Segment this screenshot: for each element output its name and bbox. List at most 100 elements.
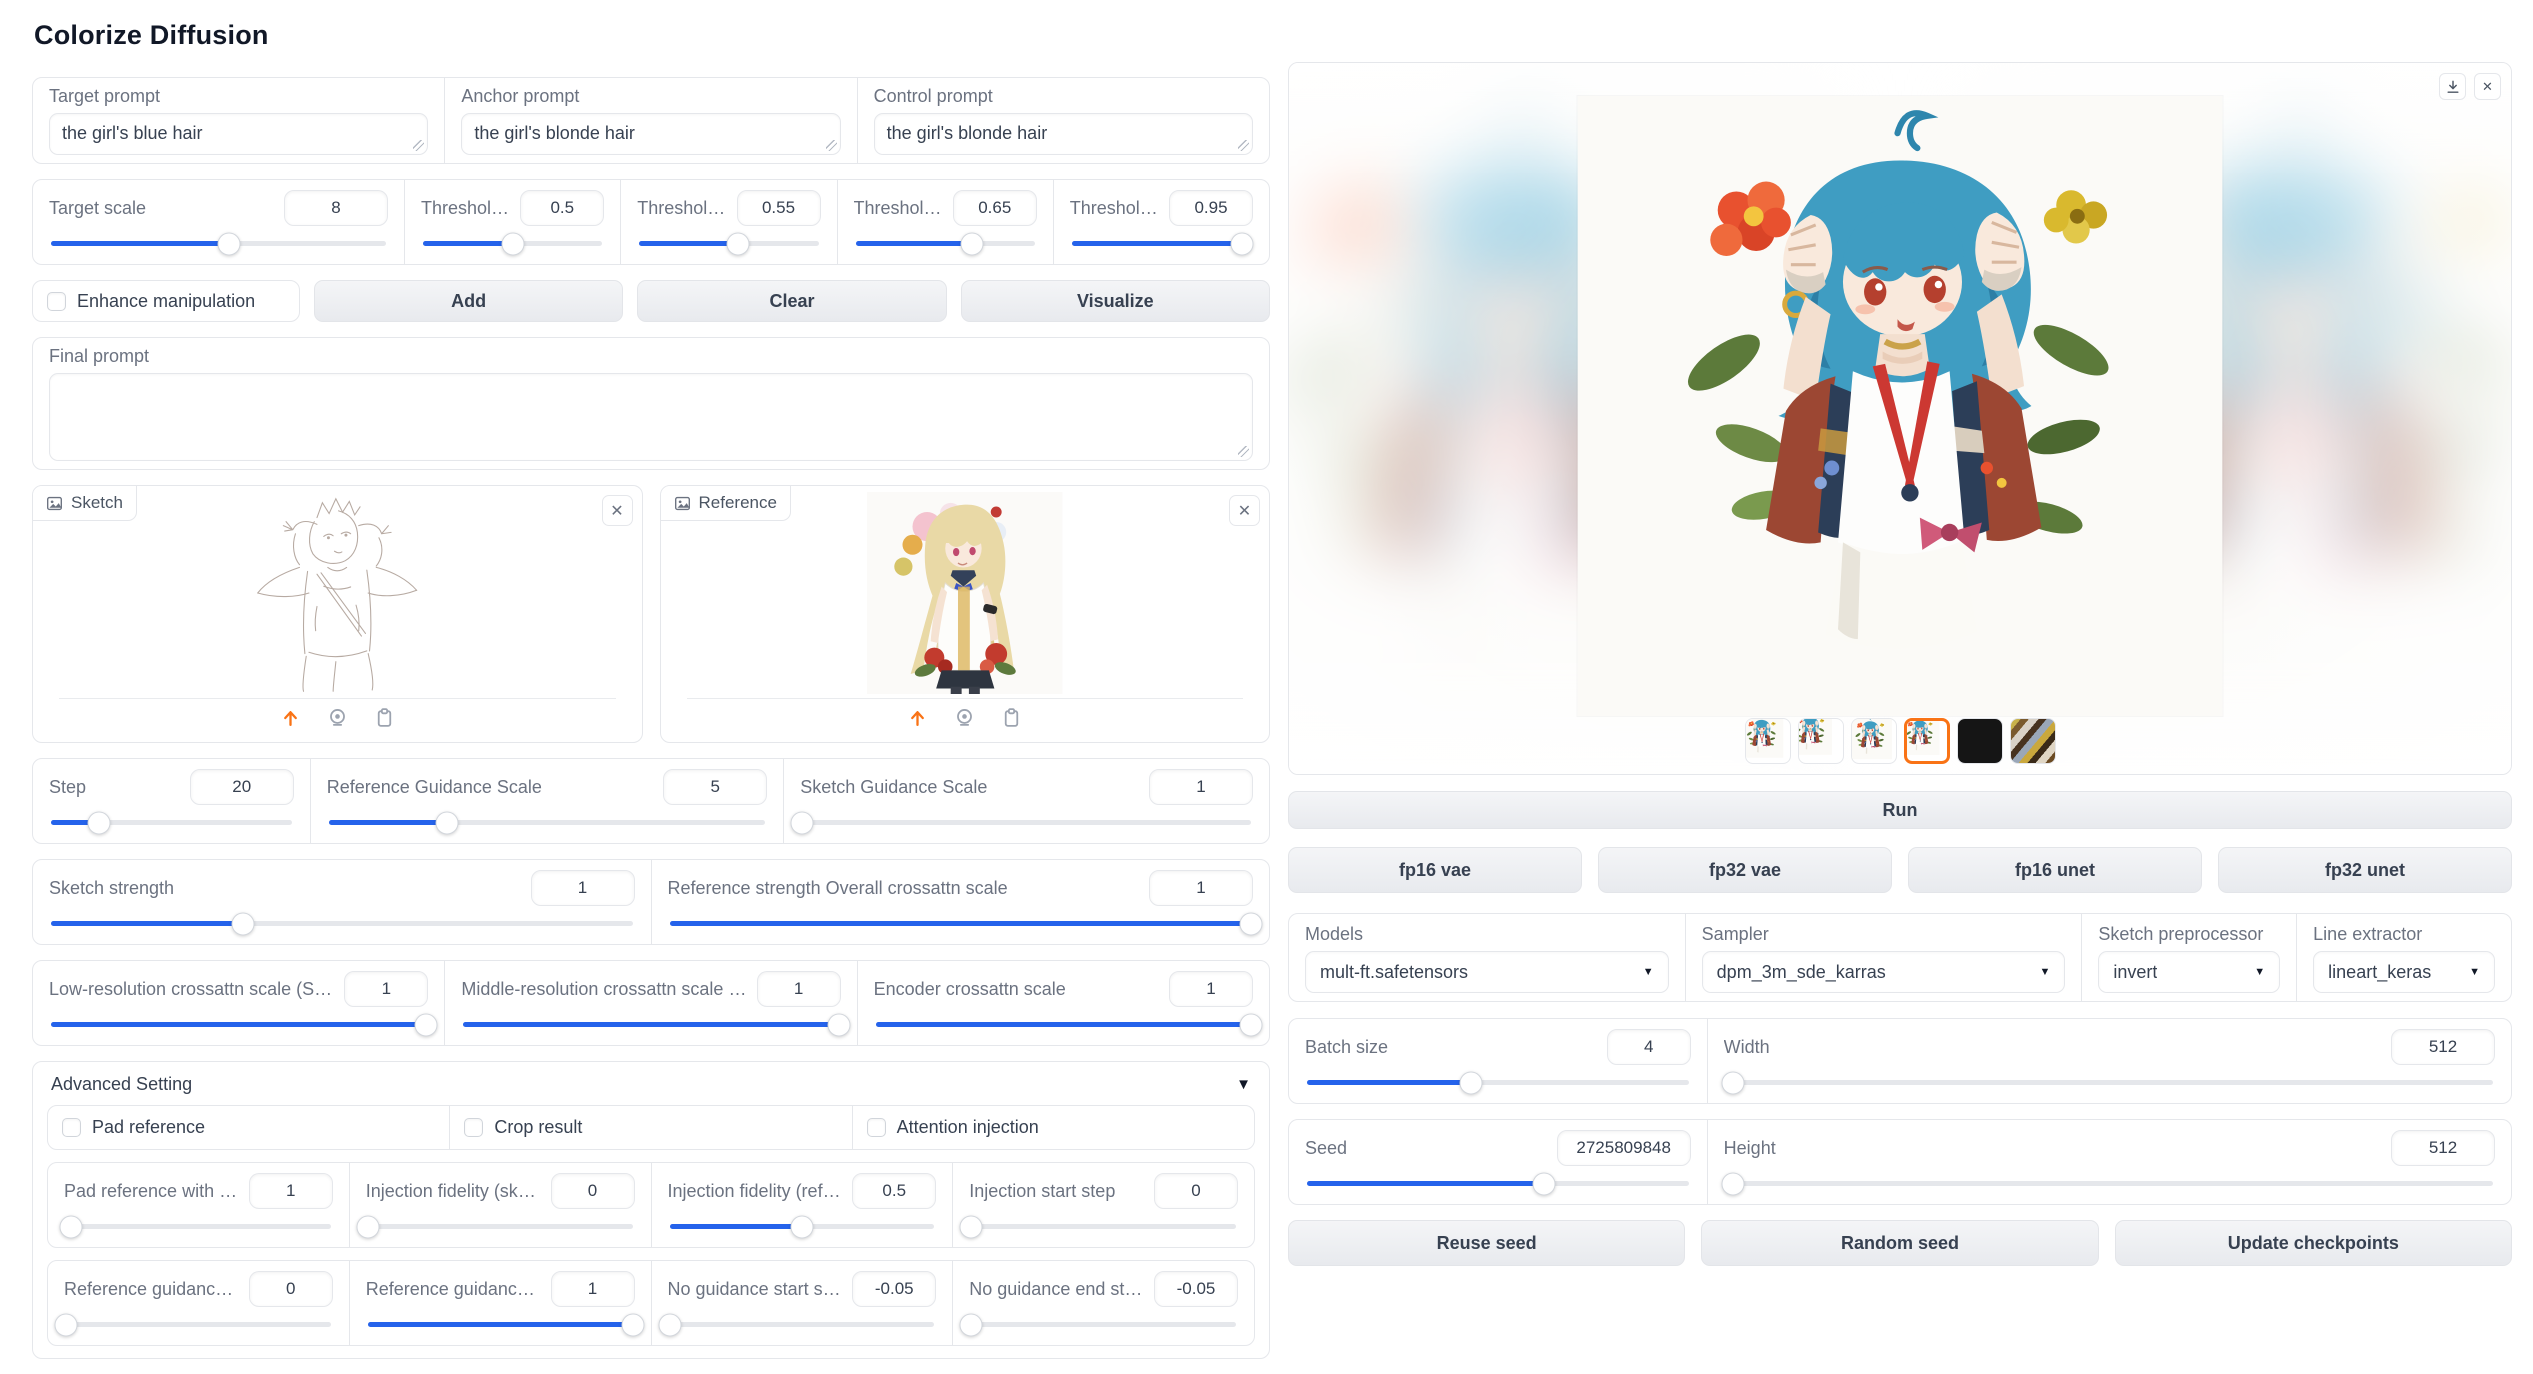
add-button[interactable]: Add	[314, 280, 623, 322]
gallery-thumbnail-1[interactable]	[1745, 718, 1791, 764]
reuse-seed-button[interactable]: Reuse seed	[1288, 1220, 1685, 1266]
fp32-unet-button[interactable]: fp32 unet	[2218, 847, 2512, 893]
ref-guidance-end-slider[interactable]	[368, 1322, 633, 1327]
gallery-thumbnail-2[interactable]	[1798, 718, 1844, 764]
low-res-crossattn-slider[interactable]	[51, 1022, 426, 1027]
models-dropdown[interactable]: mult-ft.safetensors ▼	[1305, 951, 1669, 993]
clear-button[interactable]: Clear	[637, 280, 946, 322]
slider-handle[interactable]	[1532, 1172, 1555, 1195]
height-input[interactable]	[2391, 1130, 2495, 1166]
low-res-crossattn-input[interactable]	[344, 971, 428, 1007]
resize-grip-icon[interactable]	[413, 140, 424, 151]
no-guidance-end-input[interactable]	[1154, 1271, 1238, 1307]
ref-guidance-start-slider[interactable]	[66, 1322, 331, 1327]
slider-handle[interactable]	[791, 811, 814, 834]
injection-fidelity-reference-input[interactable]	[852, 1173, 936, 1209]
accordion-caret-icon[interactable]: ▼	[1236, 1076, 1251, 1093]
checkbox-box[interactable]	[62, 1118, 81, 1137]
threshold-1-slider[interactable]	[639, 241, 818, 246]
clipboard-icon[interactable]	[374, 707, 395, 728]
checkbox-box[interactable]	[47, 292, 66, 311]
sketch-image[interactable]	[33, 492, 642, 694]
slider-handle[interactable]	[356, 1215, 379, 1238]
gallery-thumbnail-5[interactable]	[1957, 718, 2003, 764]
advanced-settings-header[interactable]: Advanced Setting ▼	[47, 1072, 1255, 1105]
target-scale-input[interactable]	[284, 190, 388, 226]
checkbox-box[interactable]	[464, 1118, 483, 1137]
sketch-strength-slider[interactable]	[51, 921, 633, 926]
attention-injection-checkbox[interactable]: Attention injection	[852, 1106, 1254, 1149]
ref-guidance-start-input[interactable]	[249, 1271, 333, 1307]
no-guidance-end-slider[interactable]	[971, 1322, 1236, 1327]
slider-handle[interactable]	[435, 811, 458, 834]
injection-fidelity-sketch-input[interactable]	[551, 1173, 635, 1209]
injection-fidelity-sketch-slider[interactable]	[368, 1224, 633, 1229]
step-slider[interactable]	[51, 820, 292, 825]
mid-res-crossattn-slider[interactable]	[463, 1022, 838, 1027]
pad-margin-input[interactable]	[249, 1173, 333, 1209]
width-input[interactable]	[2391, 1029, 2495, 1065]
seed-input[interactable]	[1557, 1130, 1691, 1166]
clipboard-icon[interactable]	[1001, 707, 1022, 728]
slider-handle[interactable]	[1722, 1172, 1745, 1195]
final-prompt-input[interactable]	[49, 373, 1253, 461]
upload-icon[interactable]	[907, 707, 928, 728]
line-extractor-dropdown[interactable]: lineart_keras ▼	[2313, 951, 2495, 993]
threshold-0-slider[interactable]	[423, 241, 602, 246]
seed-slider[interactable]	[1307, 1181, 1689, 1186]
slider-handle[interactable]	[1460, 1071, 1483, 1094]
reference-guidance-slider[interactable]	[329, 820, 766, 825]
result-image[interactable]	[1578, 96, 2223, 716]
slider-handle[interactable]	[60, 1215, 83, 1238]
random-seed-button[interactable]: Random seed	[1701, 1220, 2098, 1266]
slider-handle[interactable]	[1239, 1013, 1262, 1036]
slider-handle[interactable]	[217, 232, 240, 255]
no-guidance-start-slider[interactable]	[670, 1322, 935, 1327]
injection-start-step-input[interactable]	[1154, 1173, 1238, 1209]
target-prompt-input[interactable]: the girl's blue hair	[49, 113, 428, 155]
encoder-crossattn-slider[interactable]	[876, 1022, 1251, 1027]
reference-clear-button[interactable]: ✕	[1229, 495, 1260, 526]
slider-handle[interactable]	[55, 1313, 78, 1336]
sketch-clear-button[interactable]: ✕	[602, 495, 633, 526]
reference-strength-input[interactable]	[1149, 870, 1253, 906]
batch-size-input[interactable]	[1607, 1029, 1691, 1065]
slider-handle[interactable]	[501, 232, 524, 255]
gallery-thumbnail-4-selected[interactable]	[1904, 718, 1950, 764]
webcam-icon[interactable]	[954, 707, 975, 728]
encoder-crossattn-input[interactable]	[1169, 971, 1253, 1007]
threshold-3-slider[interactable]	[1072, 241, 1251, 246]
slider-handle[interactable]	[960, 1215, 983, 1238]
resize-grip-icon[interactable]	[826, 140, 837, 151]
injection-start-step-slider[interactable]	[971, 1224, 1236, 1229]
gallery-thumbnail-6[interactable]	[2010, 718, 2056, 764]
mid-res-crossattn-input[interactable]	[757, 971, 841, 1007]
control-prompt-input[interactable]: the girl's blonde hair	[874, 113, 1253, 155]
sketch-guidance-input[interactable]	[1149, 769, 1253, 805]
injection-fidelity-reference-slider[interactable]	[670, 1224, 935, 1229]
gallery-close-button[interactable]: ✕	[2474, 73, 2501, 100]
threshold-2-input[interactable]	[953, 190, 1037, 226]
step-input[interactable]	[190, 769, 294, 805]
width-slider[interactable]	[1726, 1080, 2493, 1085]
sketch-preprocessor-dropdown[interactable]: invert ▼	[2098, 951, 2280, 993]
upload-icon[interactable]	[280, 707, 301, 728]
slider-handle[interactable]	[1231, 232, 1254, 255]
fp16-vae-button[interactable]: fp16 vae	[1288, 847, 1582, 893]
height-slider[interactable]	[1726, 1181, 2493, 1186]
slider-handle[interactable]	[960, 1313, 983, 1336]
resize-grip-icon[interactable]	[1238, 140, 1249, 151]
sketch-guidance-slider[interactable]	[802, 820, 1251, 825]
threshold-0-input[interactable]	[520, 190, 604, 226]
slider-handle[interactable]	[88, 811, 111, 834]
fp32-vae-button[interactable]: fp32 vae	[1598, 847, 1892, 893]
slider-handle[interactable]	[415, 1013, 438, 1036]
threshold-3-input[interactable]	[1169, 190, 1253, 226]
batch-size-slider[interactable]	[1307, 1080, 1689, 1085]
no-guidance-start-input[interactable]	[852, 1271, 936, 1307]
webcam-icon[interactable]	[327, 707, 348, 728]
update-checkpoints-button[interactable]: Update checkpoints	[2115, 1220, 2512, 1266]
slider-handle[interactable]	[621, 1313, 644, 1336]
anchor-prompt-input[interactable]: the girl's blonde hair	[461, 113, 840, 155]
pad-margin-slider[interactable]	[66, 1224, 331, 1229]
